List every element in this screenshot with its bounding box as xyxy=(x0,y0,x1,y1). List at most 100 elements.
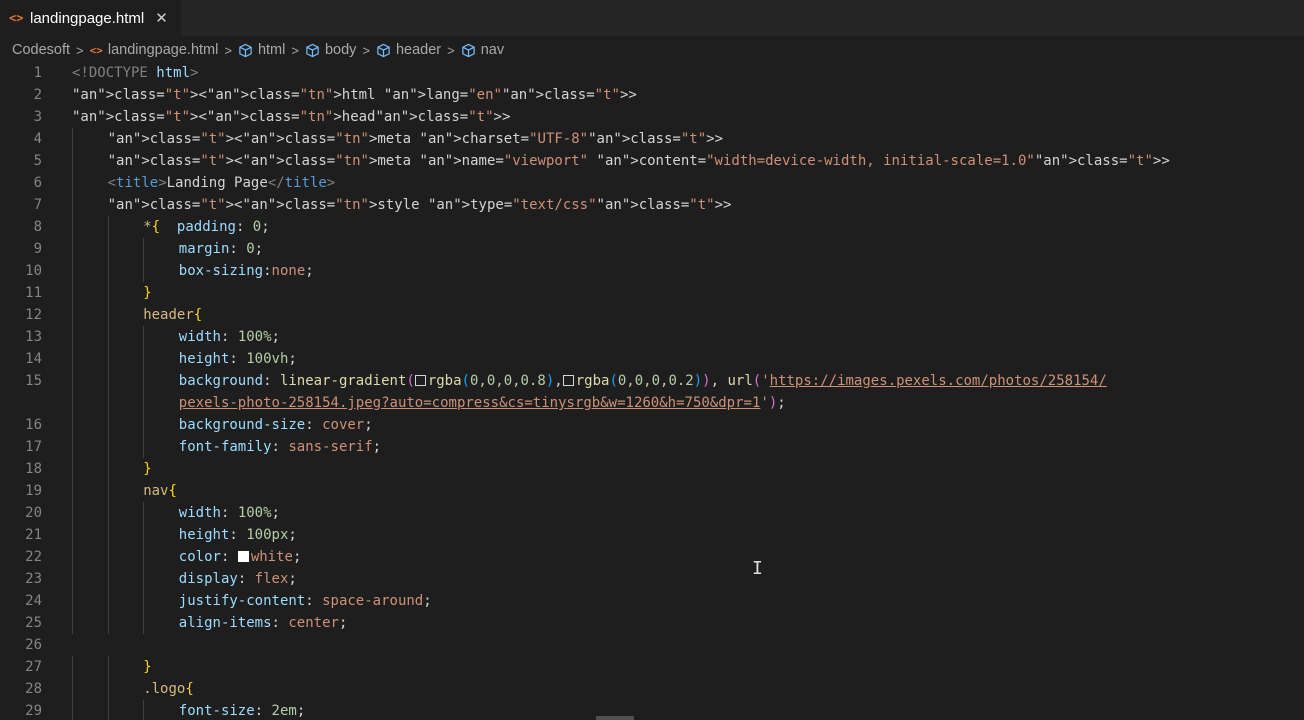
indent-guide xyxy=(107,700,109,720)
close-icon[interactable]: ✕ xyxy=(155,9,168,27)
code-text: justify-content: space-around; xyxy=(178,593,432,609)
code-line[interactable]: 4 "an">class="t"><"an">class="tn">meta "a… xyxy=(0,128,1304,150)
breadcrumb-item-nav[interactable]: nav xyxy=(461,42,504,58)
code-line[interactable]: 17 font-family: sans-serif; xyxy=(0,436,1304,458)
breadcrumb-item-codesoft[interactable]: Codesoft xyxy=(12,42,70,58)
chevron-right-icon: > xyxy=(447,42,455,58)
symbol-element-icon xyxy=(376,43,391,58)
code-line[interactable]: 16 background-size: cover; xyxy=(0,414,1304,436)
code-text: *{ padding: 0; xyxy=(143,219,270,235)
tab-landingpage[interactable]: <> landingpage.html ✕ xyxy=(0,0,181,36)
code-line[interactable]: 21 height: 100px; xyxy=(0,524,1304,546)
code-line[interactable]: 10 box-sizing:none; xyxy=(0,260,1304,282)
indent-guide xyxy=(143,414,145,436)
line-number: 15 xyxy=(25,373,42,389)
line-number: 8 xyxy=(33,219,42,235)
line-number: 26 xyxy=(25,637,42,653)
code-line[interactable]: 22 color: white; xyxy=(0,546,1304,568)
code-text: "an">class="t"><"an">class="tn">style "a… xyxy=(107,197,732,213)
code-line[interactable]: 9 margin: 0; xyxy=(0,238,1304,260)
code-line[interactable]: 19 nav{ xyxy=(0,480,1304,502)
indent-guide xyxy=(72,568,73,590)
code-line[interactable]: 3 "an">class="t"><"an">class="tn">head"an… xyxy=(0,106,1304,128)
indent-guide xyxy=(72,260,73,282)
code-line[interactable]: 6 <title>Landing Page</title> xyxy=(0,172,1304,194)
code-line[interactable]: 1 <!DOCTYPE html> xyxy=(0,62,1304,84)
breadcrumb-label: html xyxy=(257,42,286,58)
breadcrumb-label: nav xyxy=(480,42,505,58)
indent-guide xyxy=(107,612,109,634)
code-text: } xyxy=(143,461,152,477)
breadcrumb: Codesoft > <> landingpage.html > html > b… xyxy=(0,36,1304,64)
code-line[interactable]: 11} xyxy=(0,282,1304,304)
line-number: 4 xyxy=(33,131,42,147)
indent-guide xyxy=(72,700,73,720)
indent-guide xyxy=(107,304,109,326)
code-line[interactable]: 2 "an">class="t"><"an">class="tn">html "a… xyxy=(0,84,1304,106)
indent-guide xyxy=(72,546,73,568)
code-line[interactable]: 28 .logo{ xyxy=(0,678,1304,700)
line-number: 20 xyxy=(25,505,42,521)
indent-guide xyxy=(72,326,73,348)
line-number: 13 xyxy=(25,329,42,345)
line-number: 16 xyxy=(25,417,42,433)
indent-guide xyxy=(107,348,109,370)
line-number: 12 xyxy=(25,307,42,323)
code-line[interactable]: 7 "an">class="t"><"an">class="tn">style "… xyxy=(0,194,1304,216)
indent-guide xyxy=(72,348,73,370)
indent-guide xyxy=(72,678,73,700)
code-line[interactable]: 23 display: flex; xyxy=(0,568,1304,590)
breadcrumb-label: body xyxy=(324,42,357,58)
code-text: <title>Landing Page</title> xyxy=(107,175,336,191)
code-line[interactable]: 26 xyxy=(0,634,1304,656)
indent-guide xyxy=(143,392,145,414)
code-line[interactable]: 27} xyxy=(0,656,1304,678)
breadcrumb-item-body[interactable]: body xyxy=(305,42,356,58)
code-text: <!DOCTYPE html> xyxy=(72,65,199,81)
text-cursor-icon: I xyxy=(752,558,763,579)
line-number: 7 xyxy=(33,197,42,213)
chevron-right-icon: > xyxy=(76,42,84,58)
code-line[interactable]: 13 width: 100%; xyxy=(0,326,1304,348)
indent-guide xyxy=(143,568,145,590)
indent-guide xyxy=(143,546,145,568)
code-line[interactable]: 8 *{ padding: 0; xyxy=(0,216,1304,238)
line-number: 14 xyxy=(25,351,42,367)
horizontal-scrollbar[interactable] xyxy=(596,716,634,720)
code-line[interactable]: 12 header{ xyxy=(0,304,1304,326)
code-line[interactable]: 20 width: 100%; xyxy=(0,502,1304,524)
indent-guide xyxy=(107,502,109,524)
indent-guide xyxy=(107,414,109,436)
code-line[interactable]: 5 "an">class="t"><"an">class="tn">meta "a… xyxy=(0,150,1304,172)
indent-guide xyxy=(72,172,73,194)
code-editor[interactable]: 1 <!DOCTYPE html> 2 "an">class="t"><"an">cl… xyxy=(0,62,1304,720)
line-number: 1 xyxy=(33,65,42,81)
indent-guide xyxy=(107,590,109,612)
code-line[interactable]: 25 align-items: center; xyxy=(0,612,1304,634)
indent-guide xyxy=(107,326,109,348)
breadcrumb-item-header[interactable]: header xyxy=(376,42,441,58)
line-number: 25 xyxy=(25,615,42,631)
code-line[interactable]: 29 font-size: 2em; xyxy=(0,700,1304,720)
code-line[interactable]: pexels-photo-258154.jpeg?auto=compress&c… xyxy=(0,392,1304,414)
line-number: 29 xyxy=(25,703,42,719)
indent-guide xyxy=(72,216,73,238)
code-text: display: flex; xyxy=(178,571,297,587)
indent-guide xyxy=(107,392,109,414)
indent-guide xyxy=(107,458,109,480)
code-text: height: 100px; xyxy=(178,527,297,543)
code-text: header{ xyxy=(143,307,203,323)
code-line[interactable]: 18} xyxy=(0,458,1304,480)
code-text: pexels-photo-258154.jpeg?auto=compress&c… xyxy=(178,395,786,411)
breadcrumb-item-file[interactable]: <> landingpage.html xyxy=(90,42,219,58)
html-file-icon: <> xyxy=(89,43,103,57)
indent-guide xyxy=(72,282,73,304)
code-line[interactable]: 24 justify-content: space-around; xyxy=(0,590,1304,612)
symbol-element-icon xyxy=(305,43,320,58)
indent-guide xyxy=(143,238,145,260)
code-line[interactable]: 14 height: 100vh; xyxy=(0,348,1304,370)
tab-label: landingpage.html xyxy=(30,9,145,27)
breadcrumb-item-html[interactable]: html xyxy=(238,42,285,58)
indent-guide xyxy=(72,480,73,502)
code-line[interactable]: 15 background: linear-gradient(rgba(0,0,0… xyxy=(0,370,1304,392)
